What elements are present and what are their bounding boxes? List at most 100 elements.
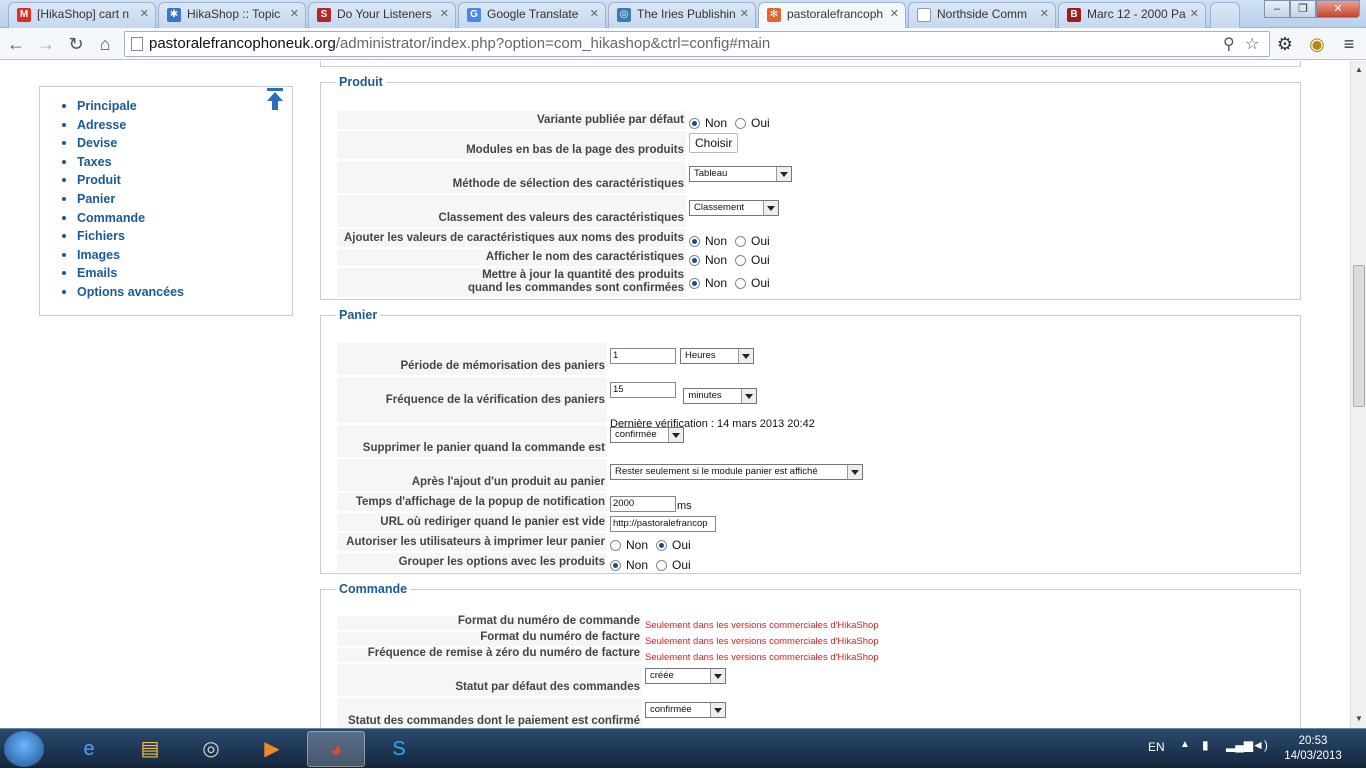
extension-icon[interactable]: ◉	[1306, 33, 1328, 55]
tab-hikashop-topic[interactable]: ✱ HikaShop :: Topic ✕	[158, 2, 306, 28]
panier-legend: Panier	[339, 308, 378, 322]
close-icon[interactable]: ✕	[890, 3, 899, 25]
classement-select[interactable]: Classement	[689, 200, 779, 216]
media-center-icon[interactable]: ◎	[182, 731, 240, 767]
forward-icon[interactable]: →	[34, 32, 58, 56]
network-icon[interactable]: ▂▄▆	[1226, 738, 1253, 752]
tab-gmail[interactable]: M [HikaShop] cart n ✕	[8, 2, 156, 28]
menu-item-images[interactable]: Images	[62, 246, 292, 265]
apres-select[interactable]: Rester seulement si le module panier est…	[610, 464, 863, 480]
radio-dot[interactable]	[735, 277, 747, 289]
choisir-button[interactable]: Choisir	[689, 133, 739, 153]
chrome-icon[interactable]: ◕	[307, 731, 365, 767]
radio-dot[interactable]	[656, 539, 668, 551]
settings-gear-icon[interactable]: ⚙	[1274, 33, 1296, 55]
power-icon[interactable]: ▮	[1202, 738, 1209, 752]
close-icon[interactable]: ✕	[440, 3, 449, 25]
radio-non[interactable]: Non	[689, 253, 727, 267]
close-icon[interactable]: ✕	[140, 3, 149, 25]
statut-paye-select[interactable]: confirmée	[645, 702, 726, 718]
media-player-icon[interactable]: ▶	[243, 731, 301, 767]
statut-select[interactable]: créée	[645, 668, 726, 684]
skype-icon[interactable]: S	[370, 731, 428, 767]
close-icon[interactable]: ✕	[590, 3, 599, 25]
internet-explorer-icon[interactable]: e	[60, 731, 118, 767]
close-icon[interactable]: ✕	[1190, 3, 1199, 25]
radio-oui[interactable]: Oui	[735, 234, 770, 248]
radio-non[interactable]: Non	[610, 558, 648, 572]
start-button[interactable]	[4, 731, 44, 767]
radio-dot[interactable]	[610, 539, 621, 551]
menu-item-principale[interactable]: Principale	[62, 97, 292, 116]
page-scrollbar[interactable]: ▲ ▼	[1350, 61, 1366, 728]
radio-dot[interactable]	[689, 117, 700, 129]
clock[interactable]: 20:53 14/03/2013	[1280, 734, 1346, 764]
minimize-button[interactable]: –	[1264, 0, 1290, 18]
chevron-down-icon	[738, 349, 753, 363]
menu-wrench-icon[interactable]: ≡	[1338, 33, 1360, 55]
radio-dot[interactable]	[735, 254, 747, 266]
supprimer-select[interactable]: confirmée	[610, 427, 684, 443]
radio-dot[interactable]	[735, 117, 747, 129]
periode-unit-select[interactable]: Heures	[680, 348, 754, 364]
mettre-label-line1: Mettre à jour la quantité des produits	[482, 269, 684, 281]
reload-icon[interactable]: ↻	[64, 32, 88, 56]
tab-northside[interactable]: Northside Comm ✕	[908, 2, 1056, 28]
menu-item-options-avancees[interactable]: Options avancées	[62, 283, 292, 302]
radio-dot[interactable]	[689, 235, 700, 247]
zoom-icon[interactable]: ⚲	[1223, 37, 1235, 53]
close-window-button[interactable]: ✕	[1316, 0, 1360, 18]
scroll-up-arrow-icon[interactable]: ▲	[1352, 63, 1366, 77]
close-icon[interactable]: ✕	[1040, 3, 1049, 25]
radio-non[interactable]: Non	[689, 234, 727, 248]
language-indicator[interactable]: EN	[1148, 740, 1165, 754]
radio-non[interactable]: Non	[689, 116, 727, 130]
radio-oui[interactable]: Oui	[735, 276, 770, 290]
tab-google-translate[interactable]: G Google Translate ✕	[458, 2, 606, 28]
tray-expand-icon[interactable]: ▲	[1180, 739, 1190, 750]
maximize-button[interactable]: ❐	[1290, 0, 1316, 18]
radio-dot[interactable]	[656, 559, 668, 571]
bookmark-star-icon[interactable]: ☆	[1245, 37, 1259, 53]
radio-dot[interactable]	[689, 277, 700, 289]
radio-oui[interactable]: Oui	[656, 538, 691, 552]
tab-iries[interactable]: ◎ The Iries Publishin ✕	[608, 2, 756, 28]
radio-label: Oui	[751, 234, 770, 248]
periode-input[interactable]: 1	[610, 348, 676, 364]
tab-listeners[interactable]: S Do Your Listeners ✕	[308, 2, 456, 28]
home-icon[interactable]: ⌂	[93, 32, 117, 56]
menu-item-adresse[interactable]: Adresse	[62, 116, 292, 135]
volume-icon[interactable]: ◄)	[1252, 738, 1268, 752]
radio-dot[interactable]	[689, 254, 700, 266]
menu-item-devise[interactable]: Devise	[62, 134, 292, 153]
frequence-input[interactable]: 15	[610, 382, 676, 398]
url-input[interactable]: http://pastoralefrancop	[610, 516, 716, 532]
scrollbar-thumb[interactable]	[1353, 265, 1365, 407]
menu-item-panier[interactable]: Panier	[62, 190, 292, 209]
radio-non[interactable]: Non	[610, 538, 648, 552]
close-icon[interactable]: ✕	[740, 3, 749, 25]
new-tab-button[interactable]	[1210, 2, 1240, 28]
address-bar[interactable]: pastoralefrancophoneuk.org/administrator…	[124, 31, 1270, 57]
radio-oui[interactable]: Oui	[656, 558, 691, 572]
temps-input[interactable]: 2000	[610, 496, 676, 512]
chevron-down-icon	[776, 167, 791, 181]
close-icon[interactable]: ✕	[290, 3, 299, 25]
radio-non[interactable]: Non	[689, 276, 727, 290]
radio-dot[interactable]	[735, 235, 747, 247]
file-explorer-icon[interactable]: ▤	[121, 731, 179, 767]
menu-item-fichiers[interactable]: Fichiers	[62, 227, 292, 246]
menu-item-commande[interactable]: Commande	[62, 209, 292, 228]
methode-select[interactable]: Tableau	[689, 166, 792, 182]
back-icon[interactable]: ←	[4, 32, 28, 56]
frequence-unit-select[interactable]: minutes	[683, 388, 758, 404]
menu-item-produit[interactable]: Produit	[62, 171, 292, 190]
scroll-down-arrow-icon[interactable]: ▼	[1352, 712, 1366, 726]
radio-oui[interactable]: Oui	[735, 116, 770, 130]
radio-dot[interactable]	[610, 559, 621, 571]
tab-pastorale[interactable]: ✻ pastoralefrancoph ✕	[758, 2, 906, 28]
menu-item-emails[interactable]: Emails	[62, 264, 292, 283]
radio-oui[interactable]: Oui	[735, 253, 770, 267]
menu-item-taxes[interactable]: Taxes	[62, 153, 292, 172]
tab-marc[interactable]: B Marc 12 - 2000 Pa ✕	[1058, 2, 1206, 28]
